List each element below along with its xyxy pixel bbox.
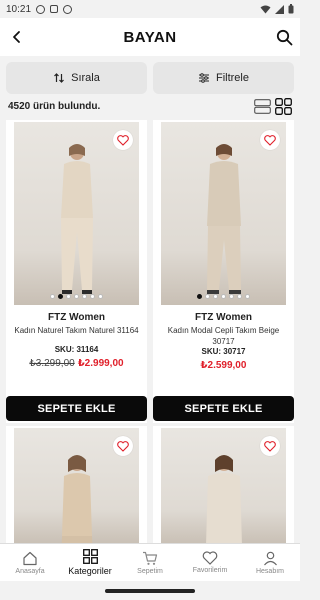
add-to-cart-button[interactable]: SEPETE EKLE (6, 396, 147, 421)
pagination-dot (50, 294, 55, 299)
nav-label: Favorilerim (192, 567, 228, 574)
sort-label: Sırala (71, 72, 100, 84)
pagination-dot (82, 294, 87, 299)
pagination-dot (90, 294, 95, 299)
home-gesture-pill[interactable] (105, 588, 195, 593)
back-button[interactable] (6, 26, 28, 48)
battery-icon (288, 4, 294, 14)
nav-label: Sepetim (137, 567, 163, 575)
nav-label: Hesabım (255, 567, 284, 575)
wifi-icon (260, 5, 271, 13)
heart-icon (264, 134, 276, 146)
app-notification-icon (50, 5, 59, 13)
heart-icon (117, 134, 129, 146)
nav-label: Anasayfa (15, 567, 45, 575)
results-count: 4520 ürün bulundu. (8, 100, 101, 112)
model-figure (206, 455, 242, 545)
add-to-cart-button[interactable]: SEPETE EKLE (153, 396, 294, 421)
product-sku: SKU: 30717 (201, 347, 246, 356)
shield-icon (63, 4, 73, 14)
model-figure (207, 144, 241, 294)
product-card[interactable]: FTZ Women Kadın Modal Cepli Takım Beige … (153, 120, 294, 423)
product-prices: ₺3.299,00 ₺2.999,00 (6, 358, 147, 369)
product-brand: FTZ Women (194, 312, 253, 323)
heart-icon (117, 440, 129, 452)
list-view-icon[interactable] (254, 98, 271, 114)
favorite-button[interactable] (260, 130, 280, 150)
heart-icon (264, 440, 276, 452)
sort-filter-bar: Sırala Filtrele (6, 62, 294, 94)
search-icon (276, 29, 292, 45)
product-sku: SKU: 31164 (54, 345, 99, 354)
pagination-dot-active (197, 294, 202, 299)
results-row: 4520 ürün bulundu. (8, 96, 292, 116)
pagination-dot (245, 294, 250, 299)
pagination-dot (66, 294, 71, 299)
nav-item-home[interactable]: Anasayfa (0, 544, 60, 581)
user-icon (263, 551, 277, 565)
signal-icon (275, 4, 284, 14)
pagination-dot (205, 294, 210, 299)
pagination-dot (98, 294, 103, 299)
pagination-dot (213, 294, 218, 299)
product-card[interactable] (6, 426, 147, 545)
current-price: ₺2.599,00 (200, 360, 247, 371)
nav-item-categories[interactable]: Kategoriler (60, 544, 120, 581)
home-icon (23, 551, 37, 565)
back-arrow-icon (13, 31, 20, 43)
status-bar: 10:21 (0, 0, 300, 18)
top-app-bar: BAYAN (0, 18, 300, 56)
model-figure (61, 144, 93, 294)
product-image[interactable] (14, 122, 139, 305)
product-card[interactable]: FTZ Women Kadın Naturel Takım Naturel 31… (6, 120, 147, 423)
image-pagination (161, 294, 286, 299)
search-button[interactable] (272, 25, 296, 49)
pagination-dot (229, 294, 234, 299)
product-name: Kadın Modal Cepli Takım Beige 30717 (167, 326, 280, 346)
heart-icon (202, 551, 218, 565)
nav-label: Kategoriler (68, 566, 112, 576)
favorite-button[interactable] (113, 436, 133, 456)
bottom-navigation: Anasayfa Kategoriler Sepetim Favorilerim… (0, 543, 300, 581)
pagination-dot (74, 294, 79, 299)
sort-icon (54, 73, 65, 83)
cart-icon (143, 551, 158, 565)
nav-item-account[interactable]: Hesabım (240, 544, 300, 581)
product-prices: ₺2.599,00 (153, 360, 294, 371)
grid-view-icon[interactable] (275, 97, 292, 115)
page-title: BAYAN (123, 28, 177, 46)
sort-button[interactable]: Sırala (6, 62, 147, 94)
filter-sliders-icon (198, 73, 209, 83)
product-image[interactable] (161, 428, 286, 545)
product-name: Kadın Naturel Takım Naturel 31164 (14, 326, 139, 335)
favorite-button[interactable] (113, 130, 133, 150)
status-time: 10:21 (6, 3, 32, 15)
model-figure (61, 455, 93, 545)
current-price: ₺2.999,00 (77, 358, 124, 369)
pagination-dot (221, 294, 226, 299)
product-card[interactable] (153, 426, 294, 545)
notification-icon (36, 4, 46, 14)
product-image[interactable] (14, 428, 139, 545)
filter-label: Filtrele (215, 72, 249, 84)
filter-button[interactable]: Filtrele (153, 62, 294, 94)
image-pagination (14, 294, 139, 299)
product-image[interactable] (161, 122, 286, 305)
nav-item-cart[interactable]: Sepetim (120, 544, 180, 581)
system-home-bar (0, 581, 300, 600)
pagination-dot (237, 294, 242, 299)
product-brand: FTZ Women (47, 312, 106, 323)
favorite-button[interactable] (260, 436, 280, 456)
pagination-dot-active (58, 294, 63, 299)
old-price: ₺3.299,00 (29, 358, 75, 369)
nav-item-favorites[interactable]: Favorilerim (180, 544, 240, 581)
grid-icon (82, 549, 98, 564)
